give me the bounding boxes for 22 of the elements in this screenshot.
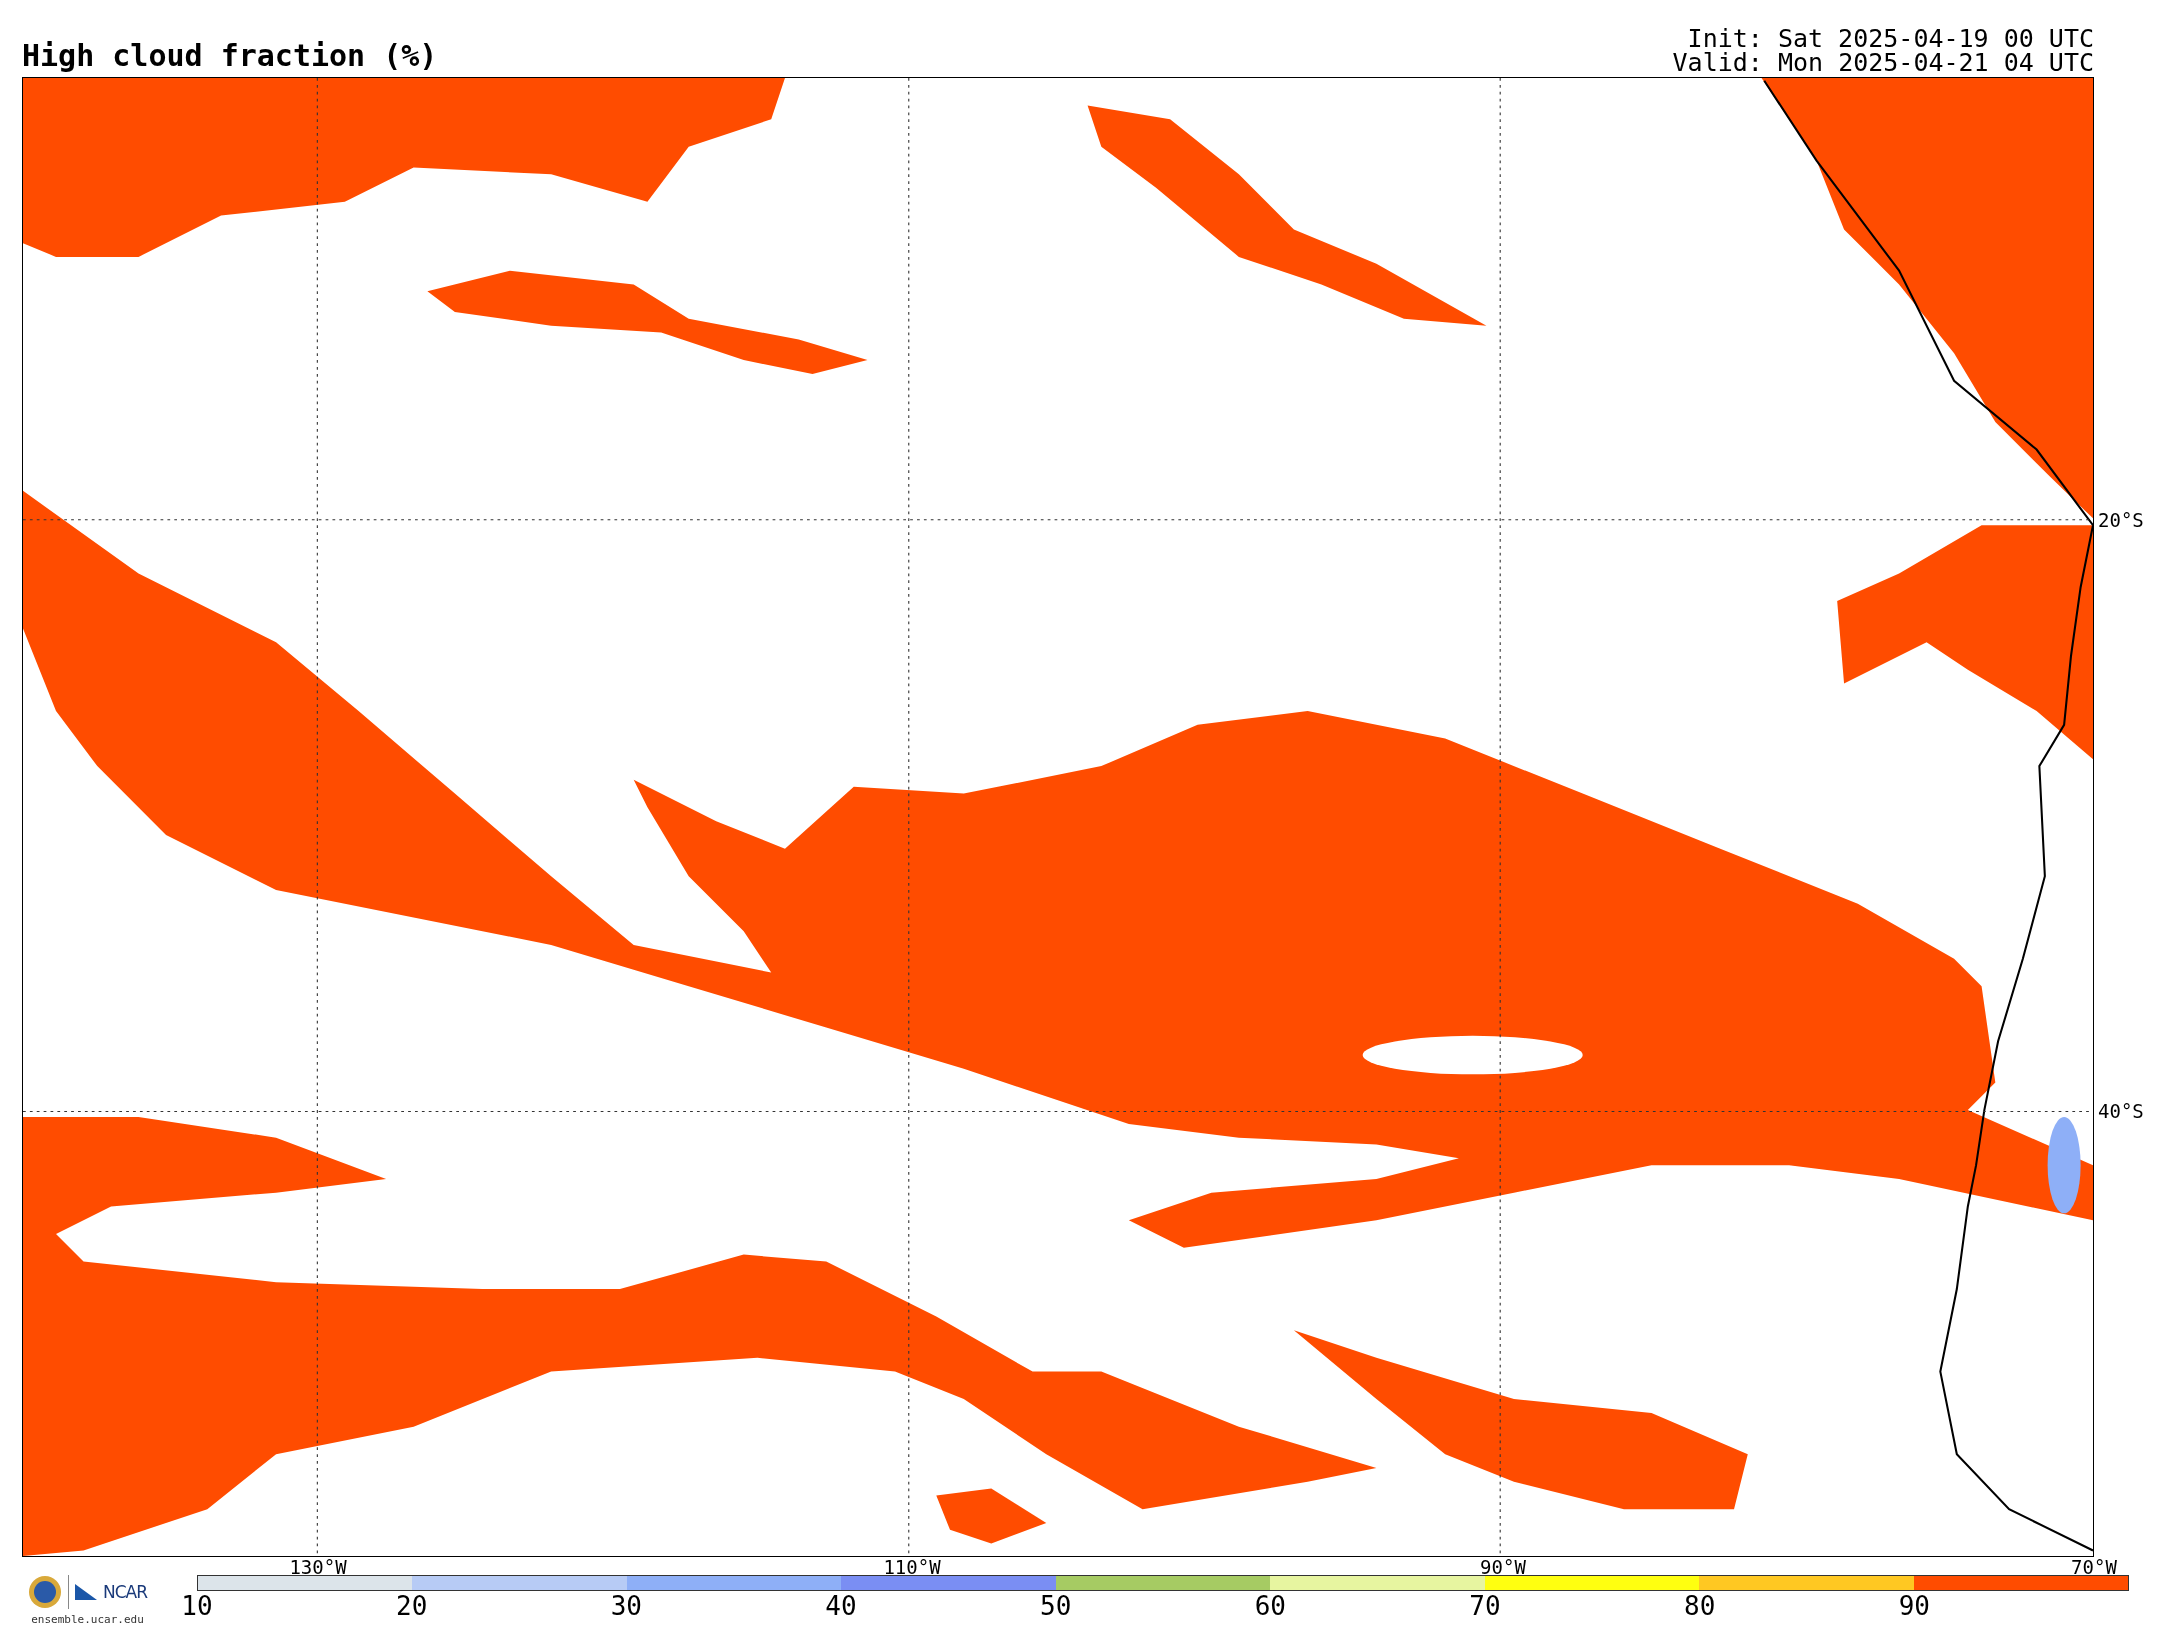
forecast-time: Valid: Mon 2025-04-21 04 UTC	[1672, 51, 2094, 75]
latitude-label: 20°S	[2098, 509, 2144, 531]
longitude-label: 90°W	[1480, 1558, 1526, 1577]
colorbar-tick-label: 20	[396, 1591, 428, 1621]
colorbar-tick-label: 30	[610, 1591, 642, 1621]
longitude-label: 130°W	[289, 1558, 347, 1577]
colorbar-tick-label: 40	[825, 1591, 857, 1621]
colorbar-tick-label: 80	[1684, 1591, 1716, 1621]
longitude-label: 70°W	[2071, 1558, 2117, 1577]
longitude-label: 110°W	[883, 1558, 941, 1577]
colorbar-tick-label: 60	[1254, 1591, 1286, 1621]
logo-text: NCAR	[103, 1582, 147, 1602]
seal-icon	[28, 1575, 62, 1609]
triangle-logo-icon	[75, 1584, 97, 1600]
site-address: ensemble.ucar.edu	[31, 1613, 144, 1626]
forecast-time: Init: Sat 2025-04-19 00 UTC	[1687, 27, 2094, 51]
colorbar-tick-label: 50	[1040, 1591, 1072, 1621]
colorbar-tick-label: 70	[1469, 1591, 1501, 1621]
colorbar-tick-label: 90	[1898, 1591, 1930, 1621]
colorbar-tick-label: 10	[181, 1591, 213, 1621]
latitude-label: 40°S	[2098, 1100, 2144, 1122]
map-title: High cloud fraction (%)	[22, 41, 438, 75]
